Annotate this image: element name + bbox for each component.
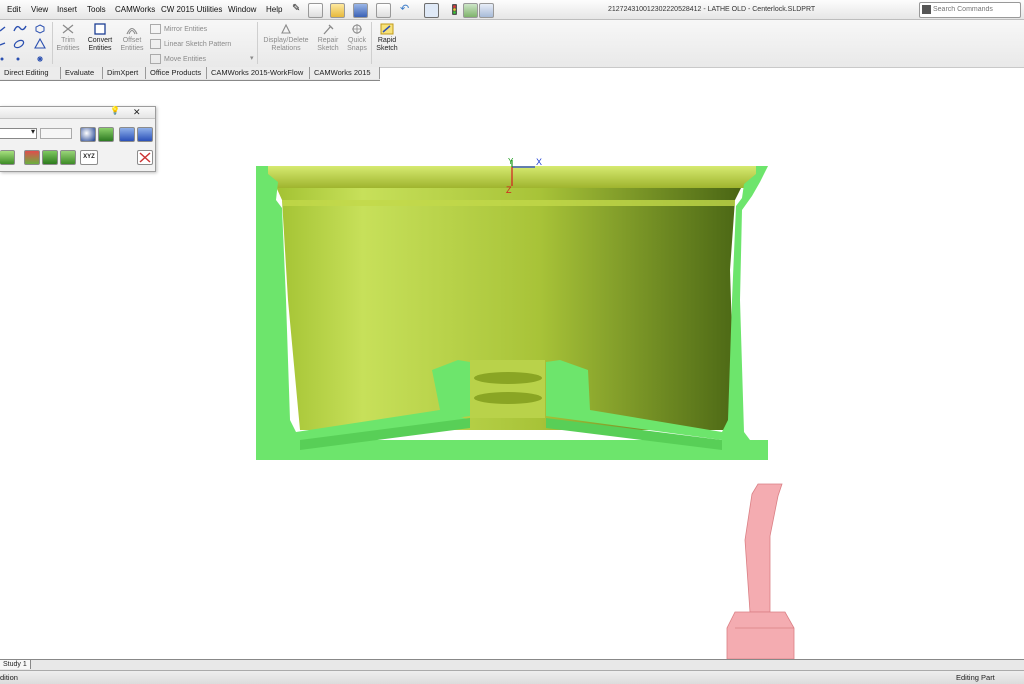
axis-z-label: Z	[506, 185, 512, 195]
axis-y-label: Y	[508, 157, 514, 166]
wheel-part[interactable]	[256, 166, 768, 460]
status-editing-part: Editing Part	[956, 673, 995, 682]
tool-insert	[744, 483, 783, 613]
hub-groove-top	[474, 372, 542, 384]
bottom-tabs: Study 1	[0, 659, 1024, 670]
hub-groove-bottom	[474, 392, 542, 404]
status-bar: dition Editing Part	[0, 670, 1024, 684]
graphics-area[interactable]: X Y Z	[0, 0, 1024, 683]
axis-x-label: X	[536, 157, 542, 167]
wheel-flange	[262, 166, 768, 188]
status-left-text: dition	[0, 673, 18, 682]
tool-holder	[726, 611, 795, 660]
lathe-tool[interactable]	[726, 483, 795, 660]
wheel-bead	[282, 200, 735, 206]
hub-body	[470, 360, 545, 418]
tab-motion-study[interactable]: Study 1	[0, 660, 31, 669]
